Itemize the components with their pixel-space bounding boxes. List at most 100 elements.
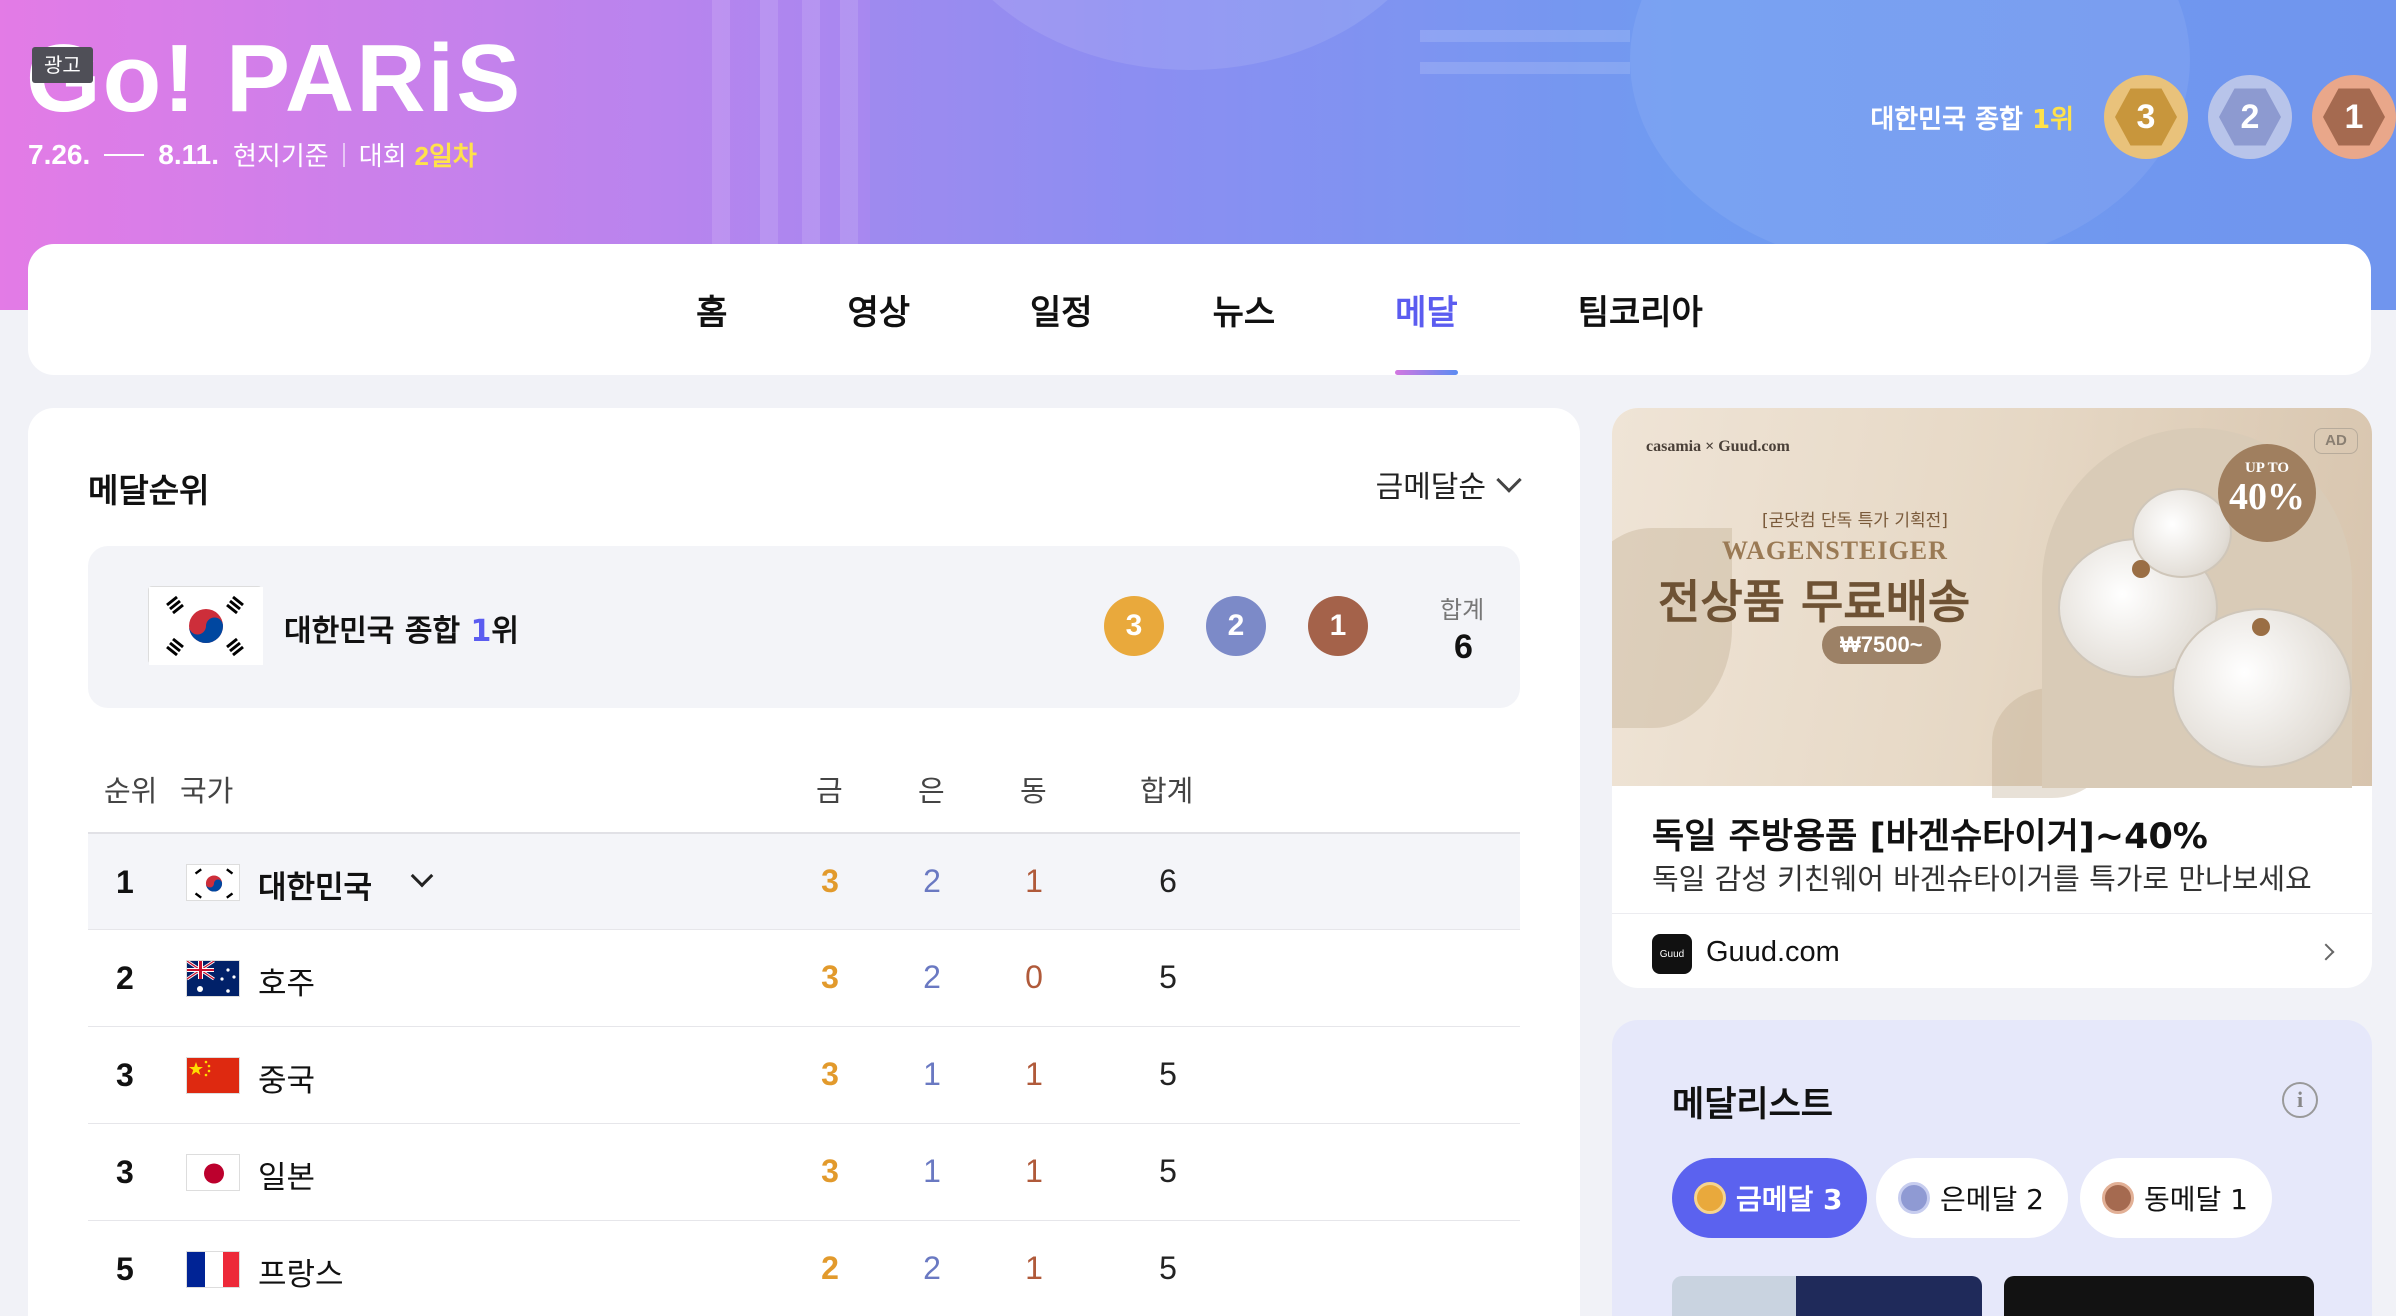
- header-rank: 순위: [104, 774, 158, 808]
- header-total: 합계: [1140, 774, 1194, 808]
- silver-medal-icon: 2: [2208, 75, 2292, 159]
- tab-video[interactable]: 영상: [787, 244, 970, 375]
- summary-rank-number: 1: [470, 614, 492, 649]
- table-row[interactable]: 3 중국 3 1 1 5: [88, 1026, 1520, 1123]
- row-rank: 5: [116, 1251, 134, 1287]
- filter-silver[interactable]: 은메달 2: [1876, 1158, 2068, 1238]
- header-rank-summary[interactable]: 대한민국 종합 1위 3 2 1: [1870, 75, 2396, 159]
- country-name: 일본: [258, 1160, 316, 1196]
- banner-decoration: [840, 0, 858, 245]
- local-time-label: 현지기준: [233, 141, 329, 171]
- filter-gold[interactable]: 금메달 3: [1672, 1158, 1867, 1238]
- chevron-down-icon: [1496, 467, 1522, 493]
- country-name: 중국: [258, 1063, 316, 1099]
- japan-flag-icon: [186, 1154, 240, 1191]
- row-rank: 3: [116, 1057, 134, 1093]
- gold-count: 3: [821, 959, 839, 995]
- filter-gold-label: 금메달 3: [1736, 1183, 1843, 1216]
- ad-title[interactable]: 독일 주방용품 [바겐슈타이거]~40%: [1652, 808, 2208, 859]
- sort-label: 금메달순: [1375, 470, 1486, 505]
- tab-home[interactable]: 홈: [636, 244, 787, 375]
- row-rank: 2: [116, 960, 134, 996]
- medalist-thumbnail[interactable]: [2004, 1276, 2314, 1316]
- tab-team-korea[interactable]: 팀코리아: [1518, 244, 1763, 375]
- day-label: 대회: [358, 141, 407, 171]
- table-header: 순위 국가 금 은 동 합계: [88, 758, 1520, 818]
- silver-count: 2: [923, 1250, 941, 1286]
- sale-up-to: UP TO: [2244, 460, 2290, 476]
- ad-label: 광고: [32, 47, 93, 83]
- date-start: 7.26.: [28, 138, 91, 170]
- gold-medal-badge: 3: [1104, 596, 1164, 656]
- bronze-count: 0: [1025, 959, 1043, 995]
- ad-image[interactable]: casamia × Guud.com [굳닷컴 단독 특가 기획전] WAGEN…: [1612, 408, 2372, 798]
- silver-count: 1: [923, 1153, 941, 1189]
- medalist-title: 메달리스트: [1672, 1085, 1834, 1125]
- silver-count: 2: [2219, 88, 2281, 146]
- filter-bronze[interactable]: 동메달 1: [2080, 1158, 2272, 1238]
- header-country: 국가: [180, 774, 234, 808]
- filter-bronze-label: 동메달 1: [2144, 1183, 2248, 1216]
- bronze-count: 1: [2323, 88, 2385, 146]
- sort-dropdown[interactable]: 금메달순: [1375, 462, 1522, 506]
- table-row[interactable]: 2 호주 3 2 0 5: [88, 929, 1520, 1026]
- ad-description: 독일 감성 키친웨어 바겐슈타이거를 특가로 만나보세요: [1652, 862, 2312, 896]
- silver-count: 2: [923, 863, 941, 899]
- tab-schedule[interactable]: 일정: [970, 244, 1153, 375]
- silver-medal-badge: 2: [1206, 596, 1266, 656]
- ad-small-text: [굳닷컴 단독 특가 기획전]: [1762, 511, 1948, 531]
- silver-count: 2: [923, 959, 941, 995]
- total-count: 5: [1159, 1250, 1177, 1286]
- silver-count: 1: [923, 1056, 941, 1092]
- ad-price: ₩7500~: [1822, 626, 1941, 664]
- korea-summary: 대한민국 종합 1위 3 2 1 합계 6: [88, 546, 1520, 708]
- table-row[interactable]: 5 프랑스 2 2 1 5: [88, 1220, 1520, 1316]
- country-name: 대한민국: [258, 870, 373, 906]
- paris-logo[interactable]: Go! PARiS: [26, 24, 522, 134]
- medalist-thumbnail[interactable]: [1672, 1276, 1982, 1316]
- ad-advertiser-link[interactable]: Guud Guud.com: [1612, 913, 2372, 988]
- table-row[interactable]: 1 대한민국 3 2 1 6: [88, 832, 1520, 929]
- gold-count: 3: [2115, 88, 2177, 146]
- total-count: 5: [1159, 959, 1177, 995]
- header-rank-prefix: 대한민국 종합: [1870, 104, 2023, 135]
- ad-brand: casamia × Guud.com: [1646, 438, 1790, 455]
- tab-medal[interactable]: 메달: [1335, 244, 1518, 375]
- advertiser-name: Guud.com: [1706, 936, 1840, 968]
- ad-headline: 전상품 무료배송: [1658, 575, 1971, 629]
- table-row[interactable]: 3 일본 3 1 1 5: [88, 1123, 1520, 1220]
- total-label: 합계: [1440, 596, 1485, 624]
- korea-flag-icon: [186, 864, 240, 901]
- australia-flag-icon: [186, 960, 240, 997]
- bronze-medal-badge: 1: [1308, 596, 1368, 656]
- chevron-down-icon[interactable]: [410, 864, 434, 888]
- bronze-medal-icon: [2102, 1182, 2134, 1214]
- header-bronze: 동: [1020, 774, 1047, 808]
- ad-card[interactable]: casamia × Guud.com [굳닷컴 단독 특가 기획전] WAGEN…: [1612, 408, 2372, 988]
- bronze-count: 1: [1025, 1056, 1043, 1092]
- ad-brand-wagensteiger: WAGENSTEIGER: [1722, 536, 1948, 565]
- chevron-right-icon: [2317, 943, 2335, 961]
- info-icon[interactable]: i: [2282, 1082, 2318, 1118]
- medalist-card: 메달리스트 i 금메달 3 은메달 2 동메달 1: [1612, 1020, 2372, 1316]
- date-dash: [104, 153, 145, 156]
- pot-knob: [2252, 618, 2270, 636]
- summary-rank-suffix: 위: [491, 614, 519, 649]
- pot-knob: [2132, 560, 2150, 578]
- banner-decoration: [1420, 30, 1630, 42]
- header-rank-text: 대한민국 종합 1위: [1870, 99, 2074, 136]
- ad-sale-badge: UP TO 40%: [2218, 444, 2316, 542]
- header-rank-value: 1위: [2031, 104, 2074, 135]
- bronze-count: 1: [1025, 1153, 1043, 1189]
- tab-news[interactable]: 뉴스: [1153, 244, 1336, 375]
- korea-flag-icon: [148, 586, 263, 665]
- banner-decoration: [760, 0, 778, 245]
- bronze-count: 1: [1025, 863, 1043, 899]
- main-nav: 홈 영상 일정 뉴스 메달 팀코리아: [28, 244, 2371, 375]
- korea-rank-text: 대한민국 종합 1위: [284, 606, 519, 650]
- gold-medal-icon: [1694, 1182, 1726, 1214]
- china-flag-icon: [186, 1057, 240, 1094]
- summary-name: 대한민국 종합: [284, 614, 471, 649]
- country-name: 프랑스: [258, 1257, 344, 1293]
- header-gold: 금: [816, 774, 843, 808]
